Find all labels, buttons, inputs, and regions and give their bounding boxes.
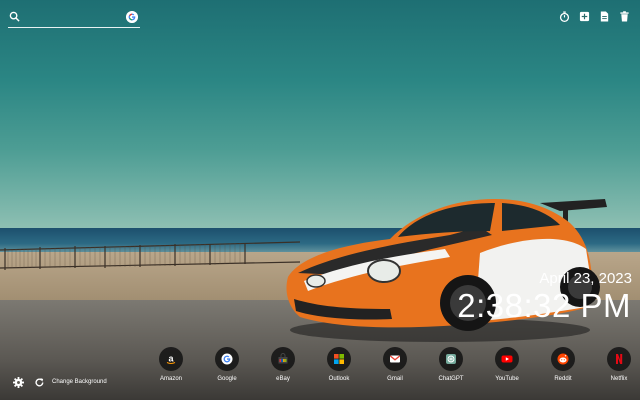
shortcut-label: eBay	[276, 376, 290, 382]
date-display: April 23, 2023	[539, 270, 632, 287]
search-bar[interactable]	[8, 10, 140, 28]
search-input[interactable]	[26, 10, 126, 25]
netflix-icon[interactable]	[607, 347, 631, 371]
document-icon[interactable]	[599, 11, 610, 22]
top-toolbar	[559, 11, 630, 22]
amazon-icon[interactable]: a	[159, 347, 183, 371]
bottom-left-controls: Change Background	[12, 376, 107, 388]
google-g-icon	[126, 11, 138, 23]
shortcut-chatgpt[interactable]: ChatGPT	[423, 347, 479, 382]
shortcut-gmail[interactable]: Gmail	[367, 347, 423, 382]
shortcut-label: Netflix	[610, 376, 628, 382]
search-icon[interactable]	[9, 11, 20, 22]
shortcut-bar: a Amazon Google eBay Outlook Gmail ChatG…	[143, 347, 640, 382]
chatgpt-icon[interactable]	[439, 347, 463, 371]
ebay-icon[interactable]	[271, 347, 295, 371]
shortcut-google[interactable]: Google	[199, 347, 255, 382]
shortcut-label: YouTube	[495, 376, 519, 382]
shortcut-youtube[interactable]: YouTube	[479, 347, 535, 382]
shortcut-label: Reddit	[554, 376, 572, 382]
youtube-icon[interactable]	[495, 347, 519, 371]
shortcut-outlook[interactable]: Outlook	[311, 347, 367, 382]
shortcut-label: Google	[217, 376, 237, 382]
beach-fence	[0, 241, 300, 270]
change-background-button[interactable]: Change Background	[52, 379, 107, 385]
grid-add-icon[interactable]	[579, 11, 590, 22]
shortcut-netflix[interactable]: Netflix	[591, 347, 640, 382]
background-wallpaper	[0, 0, 640, 400]
shortcut-amazon[interactable]: a Amazon	[143, 347, 199, 382]
shortcut-label: Amazon	[159, 376, 182, 382]
gear-icon[interactable]	[12, 376, 24, 388]
refresh-icon[interactable]	[33, 376, 45, 388]
trash-icon[interactable]	[619, 11, 630, 22]
shortcut-label: Gmail	[387, 376, 403, 382]
svg-text:a: a	[168, 354, 174, 364]
shortcut-label: Outlook	[328, 376, 350, 382]
shortcut-ebay[interactable]: eBay	[255, 347, 311, 382]
gmail-icon[interactable]	[383, 347, 407, 371]
reddit-icon[interactable]	[551, 347, 575, 371]
shortcut-label: ChatGPT	[438, 376, 464, 382]
time-display: 2:38:32 PM	[457, 287, 631, 324]
google-icon[interactable]	[215, 347, 239, 371]
shortcut-reddit[interactable]: Reddit	[535, 347, 591, 382]
timer-icon[interactable]	[559, 11, 570, 22]
outlook-icon[interactable]	[327, 347, 351, 371]
